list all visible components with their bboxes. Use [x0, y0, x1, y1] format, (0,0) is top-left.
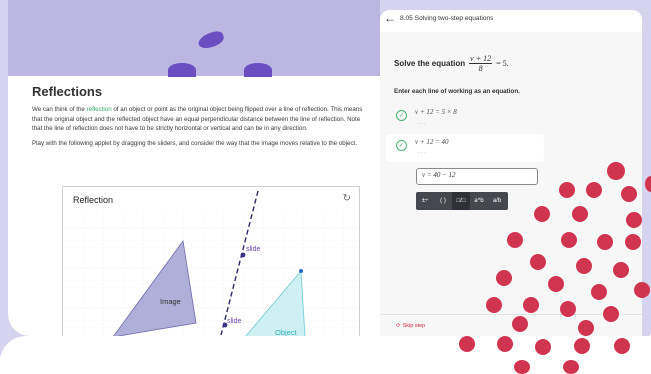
decorative-dot	[626, 212, 642, 228]
decorative-dot	[574, 338, 590, 354]
skip-step-button[interactable]: ⟳ Skip step	[396, 323, 425, 329]
decorative-dot	[514, 360, 530, 374]
decorative-dot	[535, 339, 551, 355]
decorative-dot	[534, 206, 550, 222]
exponent-button[interactable]: a^b	[470, 192, 488, 210]
decorative-dot	[561, 232, 577, 248]
decorative-dot	[597, 234, 613, 250]
decorative-dot	[625, 234, 641, 250]
decorative-dot	[621, 186, 637, 202]
para-text: We can think of the	[32, 106, 87, 113]
decorative-shape	[196, 29, 226, 51]
grid-background	[63, 209, 359, 336]
fraction-button[interactable]: a/b	[488, 192, 506, 210]
decorative-dot	[496, 270, 512, 286]
decorative-dot	[563, 360, 579, 374]
fraction-denominator: 8	[478, 64, 483, 73]
math-toolbar: ±÷ ( ) □/□ a^b a/b	[416, 192, 508, 210]
decorative-dot	[607, 162, 625, 180]
prompt-text: Solve the equation	[394, 59, 466, 68]
hero-banner	[8, 0, 380, 77]
decorative-dot	[634, 282, 650, 298]
equation-rhs: = 5.	[496, 59, 509, 68]
slide-label-1: slide	[246, 246, 261, 253]
decorative-shape	[168, 63, 196, 77]
lesson-breadcrumb: 8.05 Solving two-step equations	[400, 15, 494, 22]
decorative-dot	[560, 301, 576, 317]
slide-label-2: slide	[227, 318, 242, 325]
fraction-numerator: v + 12	[469, 54, 493, 64]
lesson-card: Reflections We can think of the reflecti…	[8, 0, 380, 336]
step-ellipsis: ...	[418, 120, 427, 126]
bottom-white-area	[0, 336, 651, 374]
question-prompt: Solve the equation v + 12 8 = 5.	[394, 54, 509, 73]
equation-input[interactable]: v = 40 − 12	[416, 168, 538, 185]
decorative-dot	[512, 316, 528, 332]
step-equation: v + 12 = 5 × 8	[415, 108, 457, 116]
decorative-dot	[523, 297, 539, 313]
decorative-dot	[559, 182, 575, 198]
decorative-dot	[586, 182, 602, 198]
operators-button[interactable]: ±÷	[416, 192, 434, 210]
mixed-fraction-button[interactable]: □/□	[452, 192, 470, 210]
object-label: Object	[275, 328, 298, 336]
decorative-shape	[244, 63, 272, 77]
fraction: v + 12 8	[469, 54, 493, 73]
slider-handle-1[interactable]	[240, 252, 246, 258]
decorative-dot	[614, 338, 630, 354]
decorative-dot	[548, 276, 564, 292]
decorative-dot	[576, 258, 592, 274]
decorative-dot	[613, 262, 629, 278]
decorative-dot	[603, 306, 619, 322]
decorative-dot	[578, 320, 594, 336]
step-equation: v + 12 = 40	[415, 138, 449, 146]
lesson-content: Reflections We can think of the reflecti…	[32, 84, 372, 153]
equation-input-value: v = 40 − 12	[422, 171, 456, 179]
lesson-paragraph-2: Play with the following applet by draggi…	[32, 139, 358, 147]
decorative-dot	[459, 336, 475, 352]
instruction-text: Enter each line of working as an equatio…	[394, 88, 520, 95]
back-arrow-icon[interactable]: ←	[384, 11, 396, 25]
decorative-dot	[645, 176, 651, 192]
panel-footer: ⟳ Skip step	[380, 314, 642, 336]
reflection-applet[interactable]: Reflection ↻ slide slide Image Object	[62, 186, 360, 336]
decorative-dot	[497, 336, 513, 352]
working-step-2[interactable]: ✓ v + 12 = 40 ...	[386, 134, 544, 162]
decorative-dot	[591, 284, 607, 300]
working-step-1[interactable]: ✓ v + 12 = 5 × 8 ...	[394, 108, 544, 134]
object-vertex[interactable]	[299, 269, 303, 273]
lesson-title: Reflections	[32, 84, 103, 99]
decorative-dot	[572, 206, 588, 222]
reflection-link[interactable]: reflection	[87, 106, 112, 113]
skip-step-label: Skip step	[402, 323, 426, 329]
decorative-dot	[530, 254, 546, 270]
decorative-dot	[486, 297, 502, 313]
step-ellipsis: ...	[418, 149, 427, 155]
decorative-dot	[507, 232, 523, 248]
check-icon: ✓	[396, 140, 407, 151]
lesson-paragraph-1: We can think of the reflection of an obj…	[32, 105, 372, 134]
applet-canvas[interactable]: slide slide Image Object	[63, 187, 359, 336]
check-icon: ✓	[396, 110, 407, 121]
panel-header: ← 8.05 Solving two-step equations	[380, 10, 642, 32]
image-label: Image	[160, 297, 181, 306]
skip-icon: ⟳	[396, 323, 401, 329]
parentheses-button[interactable]: ( )	[434, 192, 452, 210]
